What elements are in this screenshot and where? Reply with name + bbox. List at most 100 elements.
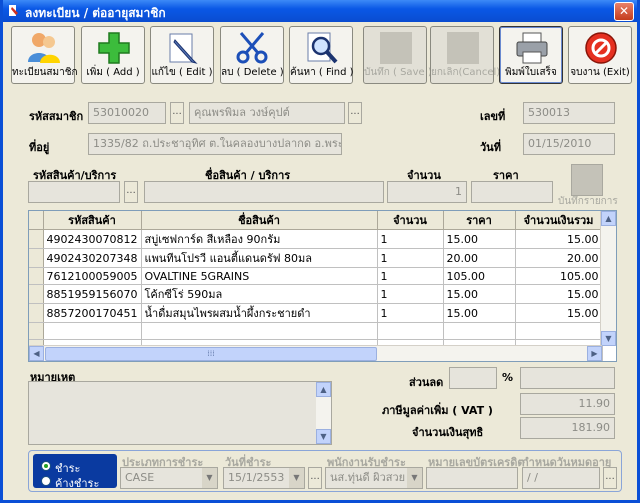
cell-qty[interactable]: 1 [377, 303, 444, 323]
add-label: เพิ่ม ( Add ) [86, 67, 140, 78]
table-row[interactable]: 7612100059005 OVALTINE 5GRAINS 1 105.00 105.… [29, 267, 603, 285]
table-row[interactable]: 8851959156070 โค้กซีโร่ 590มล 1 15.00 15.00 [29, 284, 603, 304]
discount-percent-field[interactable] [449, 367, 497, 389]
table-row[interactable]: 8857200170451 น้ำดื่มสมุนไพรผสมน้ำผึ้งกระ… [29, 303, 603, 323]
note-scroll-down[interactable]: ▼ [316, 429, 331, 444]
net-field[interactable]: 181.90 [520, 417, 615, 439]
pay-date-lookup-button[interactable]: ... [308, 467, 322, 489]
cell-name[interactable]: OVALTINE 5GRAINS [141, 267, 378, 285]
cell-code[interactable]: 8857200170451 [43, 303, 142, 323]
item-code-field[interactable] [28, 181, 120, 203]
add-button[interactable]: เพิ่ม ( Add ) [81, 26, 145, 84]
col-header-name[interactable]: ชื่อสินค้า [141, 211, 378, 230]
cell-price[interactable]: 105.00 [443, 267, 516, 285]
cell-price[interactable]: 15.00 [443, 229, 516, 249]
scroll-thumb[interactable]: ⁞⁞⁞ [45, 347, 377, 361]
qty-field[interactable]: 1 [387, 181, 467, 203]
scroll-right-arrow[interactable]: ▶ [587, 346, 602, 361]
member-lookup-button[interactable]: ... [170, 102, 184, 124]
edit-button[interactable]: แก้ไข ( Edit ) [150, 26, 214, 84]
exit-button[interactable]: จบงาน (Exit) [568, 26, 632, 84]
doc-no-field[interactable]: 530013 [523, 102, 615, 124]
cell-price[interactable]: 20.00 [443, 248, 516, 268]
cell-price[interactable]: 15.00 [443, 284, 516, 304]
member-name-lookup-button[interactable]: ... [348, 102, 362, 124]
empty-cell[interactable] [43, 322, 142, 340]
grid-horizontal-scrollbar[interactable]: ◀ ⁞⁞⁞ ▶ [29, 345, 602, 361]
expiry-lookup-button[interactable]: ... [603, 467, 617, 489]
payment-type-select[interactable]: CASE ▼ [120, 467, 218, 489]
cell-qty[interactable]: 1 [377, 229, 444, 249]
unpaid-radio[interactable] [41, 476, 51, 486]
paid-radio[interactable] [41, 461, 51, 471]
cell-code[interactable]: 8851959156070 [43, 284, 142, 304]
card-no-field[interactable] [426, 467, 518, 489]
date-field[interactable]: 01/15/2010 [523, 133, 615, 155]
empty-cell[interactable] [515, 322, 603, 340]
row-header[interactable] [29, 267, 44, 285]
cancel-button[interactable]: ยกเลิก(Cancel) [430, 26, 501, 84]
payment-panel: ชำระ ค้างชำระ ประเภทการชำระ CASE ▼ วันที่… [28, 450, 622, 492]
cell-price[interactable]: 15.00 [443, 303, 516, 323]
member-name-field[interactable]: คุณพรพิมล วงษ์คุปต์ [189, 102, 345, 124]
note-textarea[interactable]: ▲ ▼ [28, 381, 332, 445]
cell-name[interactable]: น้ำดื่มสมุนไพรผสมน้ำผึ้งกระชายดำ [141, 303, 378, 323]
expiry-field[interactable]: / / [522, 467, 600, 489]
note-scroll-up[interactable]: ▲ [316, 382, 331, 397]
vat-label: ภาษีมูลค่าเพิ่ม ( VAT ) [382, 404, 493, 417]
row-header[interactable] [29, 322, 44, 340]
item-lookup-button[interactable]: ... [124, 181, 138, 203]
price-field[interactable] [471, 181, 553, 203]
cell-total[interactable]: 15.00 [515, 229, 603, 249]
cell-qty[interactable]: 1 [377, 267, 444, 285]
register-button[interactable]: ทะเบียนสมาชิก [11, 26, 78, 84]
cell-name[interactable]: แพนทีนโปรวี แอนตี้แดนดรัฟ 80มล [141, 248, 378, 268]
discount-amount-field[interactable] [520, 367, 615, 389]
col-header-qty[interactable]: จำนวน [377, 211, 444, 230]
close-window-button[interactable]: ✕ [614, 2, 634, 21]
cell-total[interactable]: 20.00 [515, 248, 603, 268]
cell-name[interactable]: โค้กซีโร่ 590มล [141, 284, 378, 304]
cell-total[interactable]: 105.00 [515, 267, 603, 285]
table-row[interactable]: 4902430207348 แพนทีนโปรวี แอนตี้แดนดรัฟ 8… [29, 248, 603, 268]
grid-vertical-scrollbar[interactable]: ▲ ▼ [600, 211, 616, 346]
empty-cell[interactable] [141, 322, 378, 340]
scroll-up-arrow[interactable]: ▲ [601, 211, 616, 226]
cell-code[interactable]: 7612100059005 [43, 267, 142, 285]
note-scrollbar[interactable]: ▲ ▼ [316, 382, 331, 444]
delete-label: ลบ ( Delete ) [221, 67, 284, 78]
row-header[interactable] [29, 284, 44, 304]
row-header[interactable] [29, 303, 44, 323]
pay-date-select[interactable]: 15/1/2553 ▼ [223, 467, 305, 489]
cell-qty[interactable]: 1 [377, 284, 444, 304]
cell-name[interactable]: สบู่เซฟการ์ด สีเหลือง 90กรัม [141, 229, 378, 249]
save-item-button[interactable]: บันทึกรายการ [558, 164, 618, 207]
scroll-left-arrow[interactable]: ◀ [29, 346, 44, 361]
cell-code[interactable]: 4902430070812 [43, 229, 142, 249]
col-header-code[interactable]: รหัสสินค้า [43, 211, 142, 230]
cell-total[interactable]: 15.00 [515, 303, 603, 323]
member-code-field[interactable]: 53010020 [88, 102, 166, 124]
vat-field[interactable]: 11.90 [520, 393, 615, 415]
address-field[interactable]: 1335/82 ถ.ประชาอุทิศ ต.ในคลองบางปลากด อ.… [88, 133, 342, 155]
item-name-field[interactable] [144, 181, 384, 203]
cell-qty[interactable]: 1 [377, 248, 444, 268]
cell-code[interactable]: 4902430207348 [43, 248, 142, 268]
table-row[interactable]: 4902430070812 สบู่เซฟการ์ด สีเหลือง 90กรั… [29, 229, 603, 249]
row-header[interactable] [29, 248, 44, 268]
table-row-empty[interactable] [29, 322, 603, 340]
empty-cell[interactable] [443, 322, 516, 340]
staff-select[interactable]: นส.ทุ่นดี ผิวสวย ▼ [325, 467, 423, 489]
print-button[interactable]: พิมพ์ใบเสร็จ [499, 26, 563, 84]
cell-total[interactable]: 15.00 [515, 284, 603, 304]
col-header-price[interactable]: ราคา [443, 211, 516, 230]
col-header-total[interactable]: จำนวนเงินรวม [515, 211, 603, 230]
save-button[interactable]: บันทึก ( Save ) [363, 26, 432, 84]
scroll-down-arrow[interactable]: ▼ [601, 331, 616, 346]
pay-date-value: 15/1/2553 [228, 471, 285, 484]
delete-button[interactable]: ลบ ( Delete ) [220, 26, 284, 84]
row-header[interactable] [29, 229, 44, 249]
cancel-label: ยกเลิก(Cancel) [431, 67, 501, 78]
empty-cell[interactable] [377, 322, 444, 340]
find-button[interactable]: ค้นหา ( Find ) [289, 26, 354, 84]
